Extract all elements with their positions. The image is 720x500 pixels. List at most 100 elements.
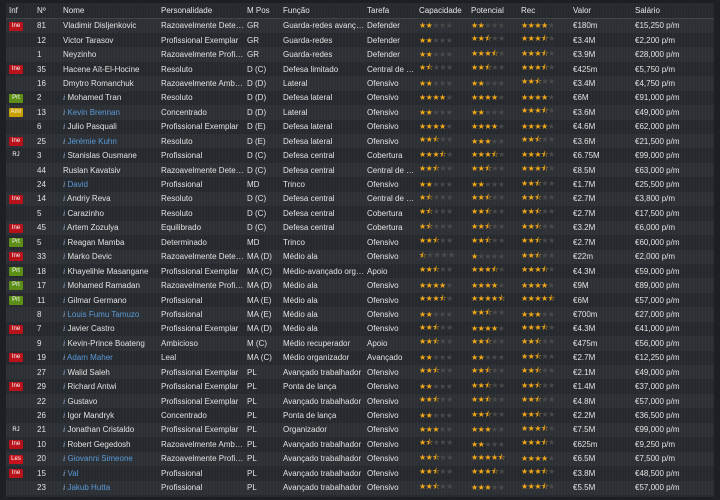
player-name[interactable]: Andriy Reva: [67, 194, 111, 203]
role[interactable]: Defesa central: [280, 206, 364, 220]
player-name-cell[interactable]: Dmytro Romanchuk: [60, 76, 158, 90]
status-badge[interactable]: Ine: [9, 252, 23, 262]
player-name-cell[interactable]: i Javier Castro: [60, 322, 158, 336]
table-row[interactable]: Ine 14 i Andriy Reva Resoluto D (C) Defesa ce…: [6, 192, 714, 206]
player-name-cell[interactable]: i Marko Devic: [60, 250, 158, 264]
player-name-cell[interactable]: Neyzinho: [60, 47, 158, 61]
player-name-cell[interactable]: i Adam Maher: [60, 351, 158, 365]
player-name[interactable]: Khayelihle Masangane: [67, 267, 148, 276]
player-name[interactable]: Louis Fumu Tamuzo: [67, 310, 139, 319]
duty[interactable]: Ofensivo: [364, 379, 416, 393]
duty[interactable]: Ofensivo: [364, 481, 416, 495]
col-header-wage[interactable]: Salário: [632, 3, 714, 19]
duty[interactable]: Ofensivo: [364, 322, 416, 336]
info-icon[interactable]: i: [63, 411, 65, 420]
role[interactable]: Defesa lateral: [280, 134, 364, 148]
player-name[interactable]: Adam Maher: [67, 353, 113, 362]
role[interactable]: Médio ala: [280, 278, 364, 292]
player-name[interactable]: Hacene Aït-El-Hocine: [63, 65, 139, 74]
role[interactable]: Defesa lateral: [280, 120, 364, 134]
col-header-position[interactable]: M Pos: [244, 3, 280, 19]
col-header-value[interactable]: Valor: [570, 3, 632, 19]
player-name-cell[interactable]: i Khayelihle Masangane: [60, 264, 158, 278]
info-icon[interactable]: i: [63, 252, 65, 261]
duty[interactable]: Ofensivo: [364, 365, 416, 379]
info-icon[interactable]: i: [63, 324, 65, 333]
duty[interactable]: Ofensivo: [364, 91, 416, 105]
info-icon[interactable]: i: [63, 454, 65, 463]
player-name-cell[interactable]: i Mohamed Tran: [60, 91, 158, 105]
table-row[interactable]: Prt 11 i Gilmar Germano Profissional MA (E) M…: [6, 293, 714, 307]
role[interactable]: Médio organizador: [280, 351, 364, 365]
player-name-cell[interactable]: i Gustavo: [60, 394, 158, 408]
info-icon[interactable]: i: [63, 397, 65, 406]
player-name-cell[interactable]: i Reagan Mamba: [60, 235, 158, 249]
player-name-cell[interactable]: i Carazinho: [60, 206, 158, 220]
duty[interactable]: Ofensivo: [364, 423, 416, 437]
duty[interactable]: Ofensivo: [364, 466, 416, 480]
status-badge[interactable]: Ine: [9, 223, 23, 233]
player-name-cell[interactable]: Hacene Aït-El-Hocine: [60, 62, 158, 76]
player-name-cell[interactable]: i Val: [60, 466, 158, 480]
player-name-cell[interactable]: i Jakub Hutta: [60, 481, 158, 495]
role[interactable]: Trinco: [280, 235, 364, 249]
duty[interactable]: Cobertura: [364, 148, 416, 162]
player-name[interactable]: Walid Saleh: [67, 368, 109, 377]
role[interactable]: Avançado trabalhador: [280, 466, 364, 480]
player-name-cell[interactable]: i Mohamed Ramadan: [60, 278, 158, 292]
role[interactable]: Organizador: [280, 423, 364, 437]
status-badge[interactable]: Ine: [9, 194, 23, 204]
duty[interactable]: Ofensivo: [364, 76, 416, 90]
player-name-cell[interactable]: i Kevin-Prince Boateng: [60, 336, 158, 350]
duty[interactable]: Ofensivo: [364, 250, 416, 264]
info-icon[interactable]: i: [63, 469, 65, 478]
player-name[interactable]: Victor Tarasov: [63, 36, 113, 45]
player-name[interactable]: Julio Pasquali: [67, 122, 116, 131]
player-name-cell[interactable]: i Kevin Brennan: [60, 105, 158, 119]
info-icon[interactable]: i: [63, 483, 65, 492]
player-name-cell[interactable]: i Andriy Reva: [60, 192, 158, 206]
table-row[interactable]: 22 i Gustavo Profissional Exemplar PL Avança…: [6, 394, 714, 408]
table-row[interactable]: 27 i Walid Saleh Profissional Exemplar PL Av…: [6, 365, 714, 379]
info-icon[interactable]: i: [63, 137, 65, 146]
player-name-cell[interactable]: i Louis Fumu Tamuzo: [60, 307, 158, 321]
col-header-potential[interactable]: Potencial: [468, 3, 518, 19]
info-icon[interactable]: i: [63, 151, 65, 160]
duty[interactable]: Ofensivo: [364, 293, 416, 307]
duty[interactable]: Avançado: [364, 351, 416, 365]
status-badge[interactable]: Ine: [9, 136, 23, 146]
role[interactable]: Trinco: [280, 177, 364, 191]
player-name-cell[interactable]: i Jérémie Kuhn: [60, 134, 158, 148]
info-icon[interactable]: i: [63, 339, 65, 348]
table-row[interactable]: Ine 7 i Javier Castro Profissional Exemplar…: [6, 322, 714, 336]
info-icon[interactable]: i: [63, 296, 65, 305]
role[interactable]: Médio ala: [280, 250, 364, 264]
status-badge[interactable]: Ine: [9, 440, 23, 450]
info-icon[interactable]: i: [63, 425, 65, 434]
role[interactable]: Médio-avançado organiz...: [280, 264, 364, 278]
table-row[interactable]: Prt 17 i Mohamed Ramadan Razoavelmente Prof…: [6, 278, 714, 292]
role[interactable]: Guarda-redes: [280, 47, 364, 61]
status-badge[interactable]: Ine: [9, 324, 23, 334]
col-header-ability[interactable]: Capacidade: [416, 3, 468, 19]
status-badge[interactable]: RJ: [9, 426, 23, 435]
table-row[interactable]: 6i Julio Pasquali Profissional Exemplar D …: [6, 120, 714, 134]
player-name[interactable]: Kevin Brennan: [67, 108, 119, 117]
role[interactable]: Defesa central: [280, 148, 364, 162]
table-row[interactable]: 1 Neyzinho Razoavelmente Profissi... GR Guar…: [6, 47, 714, 61]
info-icon[interactable]: i: [63, 238, 65, 247]
player-name[interactable]: Gilmar Germano: [67, 296, 126, 305]
status-badge[interactable]: RJ: [9, 151, 23, 160]
duty[interactable]: Ofensivo: [364, 437, 416, 451]
info-icon[interactable]: i: [63, 93, 65, 102]
status-badge[interactable]: Ine: [9, 353, 23, 363]
duty[interactable]: Ofensivo: [364, 408, 416, 422]
info-icon[interactable]: i: [63, 353, 65, 362]
info-icon[interactable]: i: [63, 267, 65, 276]
role[interactable]: Ponta de lança: [280, 379, 364, 393]
table-row[interactable]: 9i Kevin-Prince Boateng Ambicioso M (C) Méd…: [6, 336, 714, 350]
role[interactable]: Guarda-redes avançado: [280, 19, 364, 33]
duty[interactable]: Central de ma...: [364, 163, 416, 177]
status-badge[interactable]: Ine: [9, 21, 23, 31]
player-name[interactable]: Javier Castro: [67, 324, 114, 333]
